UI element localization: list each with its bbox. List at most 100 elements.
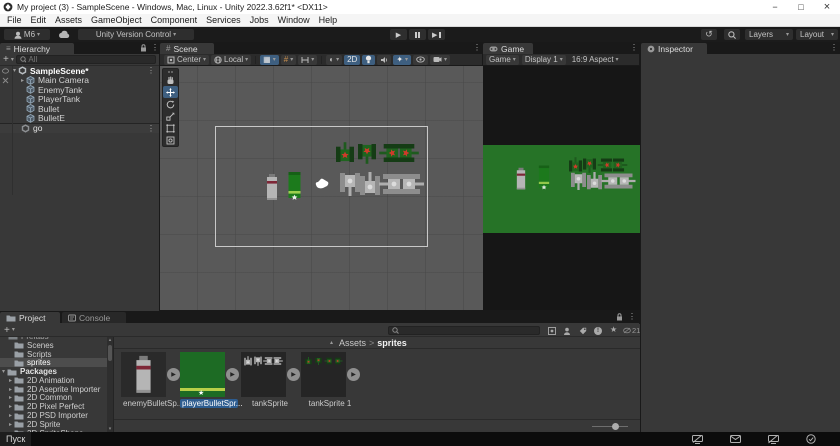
menu-gameobject[interactable]: GameObject bbox=[91, 15, 142, 25]
info-icon[interactable]: ! bbox=[594, 327, 602, 335]
menu-component[interactable]: Component bbox=[151, 15, 198, 25]
hierarchy-search[interactable] bbox=[16, 55, 156, 64]
folder-item-sprites[interactable]: sprites bbox=[0, 358, 107, 367]
player-bullet-sprite[interactable] bbox=[287, 172, 302, 200]
tray-status-icon[interactable] bbox=[806, 434, 816, 444]
breadcrumb-root[interactable]: Assets bbox=[339, 338, 366, 348]
asset-tile-tanksprite1[interactable]: ▶ tankSprite 1 bbox=[301, 352, 359, 408]
tab-console[interactable]: Console bbox=[62, 312, 126, 323]
asset-tile-enemybullet[interactable]: ▶ enemyBulletSp... bbox=[121, 352, 179, 408]
menu-jobs[interactable]: Jobs bbox=[250, 15, 269, 25]
transform-tool-button[interactable] bbox=[163, 134, 178, 146]
pause-button[interactable] bbox=[409, 29, 426, 40]
scene-visibility-icon[interactable] bbox=[2, 68, 9, 74]
layout-dropdown[interactable]: Layout ▾ bbox=[796, 29, 838, 40]
draw-mode-dropdown[interactable]: ◐▾ bbox=[326, 55, 342, 65]
folder-item-packages[interactable]: ▾ Packages bbox=[0, 367, 107, 376]
menu-dots-icon[interactable]: ⋮ bbox=[630, 43, 638, 52]
menu-dots-icon[interactable]: ⋮ bbox=[628, 312, 636, 321]
sprite-expand-button[interactable]: ▶ bbox=[347, 368, 360, 381]
menu-dots-icon[interactable]: ⋮ bbox=[151, 43, 159, 52]
hierarchy-item-playertank[interactable]: PlayerTank bbox=[0, 95, 159, 105]
enemy-bullet-sprite[interactable] bbox=[266, 174, 278, 201]
tab-scene[interactable]: # Scene bbox=[160, 43, 214, 54]
step-button[interactable]: ▶ bbox=[428, 29, 445, 40]
layers-dropdown[interactable]: Layers ▾ bbox=[745, 29, 793, 40]
sprite-expand-button[interactable]: ▶ bbox=[287, 368, 300, 381]
favorites-star-icon[interactable]: ★ bbox=[610, 325, 617, 334]
lighting-toggle-button[interactable] bbox=[362, 55, 375, 65]
effects-toggle-dropdown[interactable]: ✦▾ bbox=[393, 55, 411, 65]
scrollbar-thumb[interactable] bbox=[108, 345, 112, 361]
grid-snap-button[interactable]: #▾ bbox=[281, 55, 296, 65]
menu-dots-icon[interactable]: ⋮ bbox=[473, 43, 481, 52]
menu-edit[interactable]: Edit bbox=[31, 15, 47, 25]
grid-visibility-button[interactable]: ▦▾ bbox=[260, 55, 279, 65]
hierarchy-item-bullet[interactable]: Bullet bbox=[0, 104, 159, 114]
hierarchy-item-enemytank[interactable]: EnemyTank bbox=[0, 85, 159, 95]
search-by-type-icon[interactable] bbox=[548, 327, 556, 335]
folder-item-2d-aseprite[interactable]: ▸ 2D Aseprite Importer bbox=[0, 385, 107, 394]
rotate-tool-button[interactable] bbox=[163, 98, 178, 110]
start-button[interactable]: Пуск bbox=[0, 432, 31, 446]
tool-handle-position-dropdown[interactable]: Center▾ bbox=[164, 55, 209, 65]
create-asset-button[interactable]: + bbox=[4, 325, 10, 336]
move-tool-button[interactable] bbox=[163, 86, 178, 98]
folder-item-2d-psd-importer[interactable]: ▸ 2D PSD Importer bbox=[0, 411, 107, 420]
scene2-header-row[interactable]: go ⋮ bbox=[0, 123, 159, 133]
folder-item-2d-sprite[interactable]: ▸ 2D Sprite bbox=[0, 420, 107, 429]
tray-display-slash-icon[interactable] bbox=[768, 435, 779, 444]
folder-item-scripts[interactable]: Scripts bbox=[0, 350, 107, 359]
asset-tile-playerbullet[interactable]: ★ ▶ playerBulletSpr... bbox=[180, 352, 238, 408]
sprite-expand-button[interactable]: ▶ bbox=[226, 368, 239, 381]
scene-viewport[interactable] bbox=[160, 66, 483, 310]
menu-dots-icon[interactable]: ⋮ bbox=[830, 43, 838, 52]
audio-toggle-button[interactable] bbox=[377, 55, 391, 65]
green-tank-sprite[interactable] bbox=[358, 142, 376, 164]
hand-tool-button[interactable] bbox=[163, 74, 178, 86]
green-tank-sprite[interactable] bbox=[397, 144, 419, 162]
snap-increment-button[interactable]: ▾ bbox=[298, 55, 317, 65]
lock-icon[interactable] bbox=[140, 44, 147, 52]
foldout-caret-icon[interactable]: ▾ bbox=[0, 368, 7, 375]
menu-dots-icon[interactable]: ⋮ bbox=[147, 124, 155, 133]
menu-help[interactable]: Help bbox=[319, 15, 338, 25]
tool-handle-rotation-dropdown[interactable]: Local▾ bbox=[211, 55, 251, 65]
slider-knob[interactable] bbox=[612, 423, 619, 430]
thumbnail-size-slider[interactable] bbox=[592, 420, 628, 433]
cloud-icon[interactable] bbox=[58, 30, 71, 39]
tab-inspector[interactable]: Inspector bbox=[641, 43, 707, 54]
tab-hierarchy[interactable]: ≡ Hierarchy bbox=[0, 43, 74, 54]
collapse-arrow-icon[interactable]: ▴ bbox=[330, 339, 333, 346]
hierarchy-item-bullete[interactable]: BulletE bbox=[0, 114, 159, 124]
gray-tank-sprite[interactable] bbox=[340, 172, 360, 196]
tray-mail-icon[interactable] bbox=[730, 435, 741, 443]
foldout-caret-icon[interactable]: ▸ bbox=[19, 77, 26, 84]
folder-item-2d-common[interactable]: ▸ 2D Common bbox=[0, 394, 107, 403]
close-button[interactable]: × bbox=[814, 0, 840, 14]
account-dropdown[interactable]: M6 ▾ bbox=[4, 29, 50, 40]
breadcrumb-current[interactable]: sprites bbox=[377, 338, 407, 348]
folder-item-2d-pixel-perfect[interactable]: ▸ 2D Pixel Perfect bbox=[0, 402, 107, 411]
scene-picking-icon[interactable] bbox=[2, 77, 9, 84]
sprite-expand-button[interactable]: ▶ bbox=[167, 368, 180, 381]
asset-tile-tanksprite[interactable]: ▶ tankSprite bbox=[241, 352, 299, 408]
green-tank-sprite[interactable] bbox=[336, 142, 354, 164]
hierarchy-search-input[interactable] bbox=[28, 55, 152, 64]
folder-item-scenes[interactable]: Scenes bbox=[0, 341, 107, 350]
hierarchy-item-main-camera[interactable]: ▸ Main Camera bbox=[0, 76, 159, 86]
camera-settings-dropdown[interactable]: ▾ bbox=[430, 55, 450, 65]
add-object-button[interactable]: + bbox=[3, 54, 9, 65]
folder-item-2d-animation[interactable]: ▸ 2D Animation bbox=[0, 376, 107, 385]
play-button[interactable]: ▶ bbox=[390, 29, 407, 40]
tag-icon[interactable] bbox=[579, 327, 587, 335]
menu-dots-icon[interactable]: ⋮ bbox=[147, 66, 155, 75]
minimize-button[interactable]: − bbox=[762, 0, 788, 14]
menu-file[interactable]: File bbox=[7, 15, 22, 25]
game-mode-dropdown[interactable]: Game▾ bbox=[486, 55, 519, 65]
gray-tank-sprite[interactable] bbox=[400, 174, 424, 194]
menu-services[interactable]: Services bbox=[206, 15, 241, 25]
gray-tank-sprite[interactable] bbox=[360, 172, 380, 196]
project-search[interactable] bbox=[388, 326, 540, 335]
search-button[interactable] bbox=[724, 29, 740, 40]
